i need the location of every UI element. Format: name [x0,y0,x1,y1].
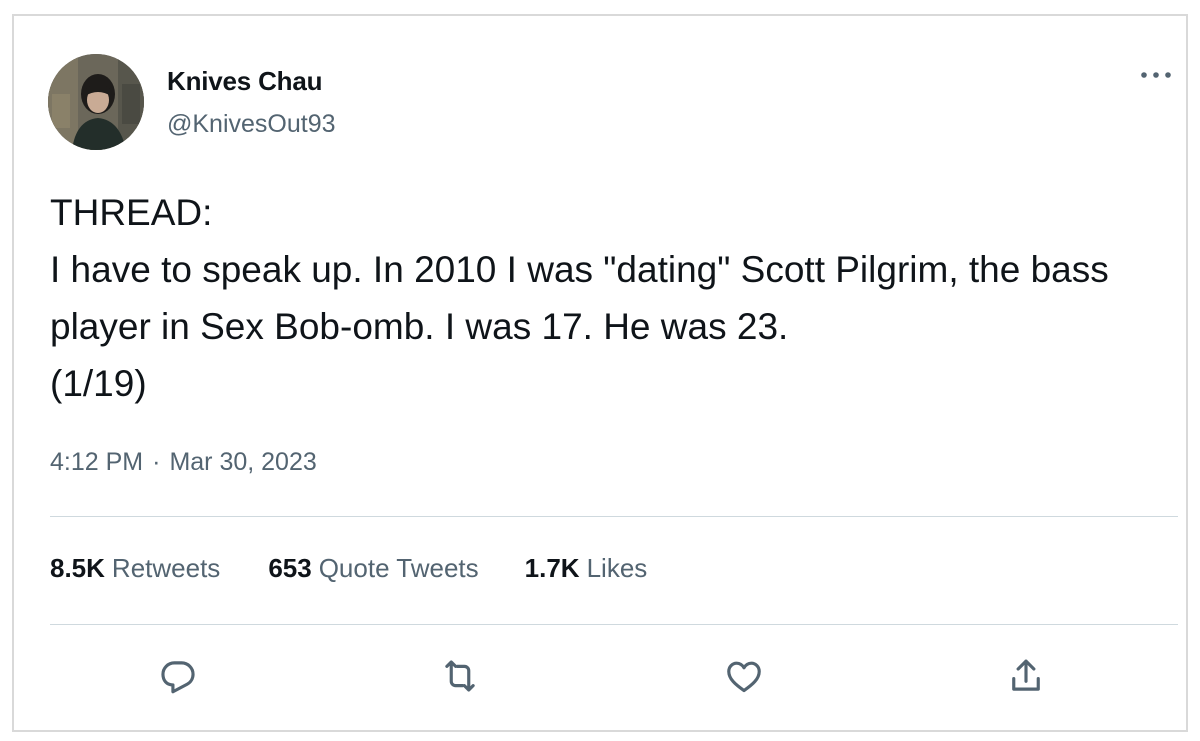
tweet-text: THREAD: I have to speak up. In 2010 I wa… [50,192,1109,404]
tweet-stats: 8.5K Retweets 653 Quote Tweets 1.7K Like… [50,553,647,584]
author-handle[interactable]: @KnivesOut93 [167,110,336,139]
profile-photo-image [48,54,144,150]
tweet-timestamp[interactable]: 4:12 PM · Mar 30, 2023 [50,448,317,477]
divider [50,516,1178,517]
quote-tweets-count: 653 [268,553,312,583]
reply-icon [161,661,195,694]
share-icon [1012,659,1040,691]
tweet-date: Mar 30, 2023 [169,448,317,476]
tweet-time: 4:12 PM [50,448,144,476]
likes-count: 1.7K [524,553,580,583]
divider [50,624,1178,625]
avatar[interactable] [48,54,144,150]
quote-tweets-stat[interactable]: 653 Quote Tweets [268,553,478,584]
retweet-button[interactable] [436,654,484,698]
heart-icon [727,661,761,693]
likes-label: Likes [586,553,648,583]
quote-tweets-label: Quote Tweets [318,553,479,583]
like-button[interactable] [720,654,768,698]
retweets-count: 8.5K [50,553,105,583]
likes-stat[interactable]: 1.7K Likes [525,553,648,584]
share-button[interactable] [1002,654,1050,698]
more-dots-icon [1141,72,1171,78]
retweets-stat[interactable]: 8.5K Retweets [50,553,220,584]
tweet-card: Knives Chau @KnivesOut93 THREAD: I have … [12,14,1188,732]
retweet-icon [445,660,475,692]
more-options-button[interactable] [1136,62,1176,88]
author-display-name[interactable]: Knives Chau [167,66,322,97]
reply-button[interactable] [154,654,202,698]
retweets-label: Retweets [111,553,221,583]
timestamp-separator: · [152,448,161,476]
